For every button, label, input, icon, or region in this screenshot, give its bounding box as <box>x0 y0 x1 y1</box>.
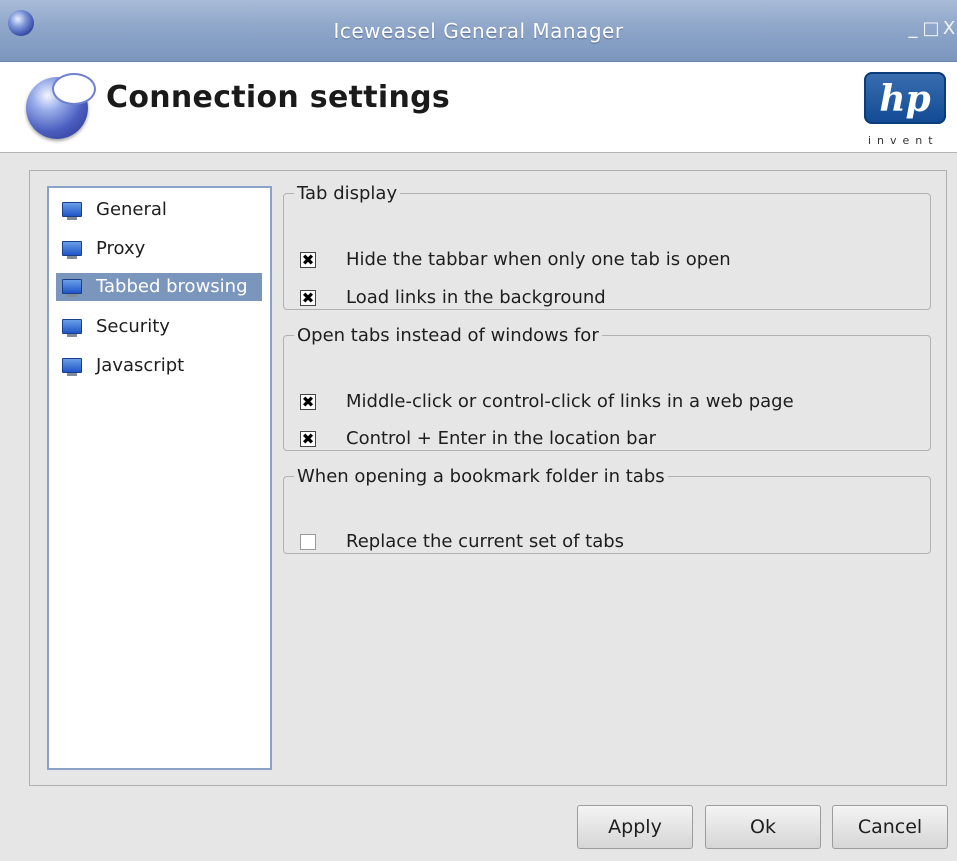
monitor-icon <box>62 202 82 220</box>
option-label: Middle-click or control-click of links i… <box>346 391 794 412</box>
monitor-icon <box>62 358 82 376</box>
hp-logo-mark: hp <box>879 78 931 120</box>
monitor-icon <box>62 279 82 297</box>
title-bar[interactable]: Iceweasel General Manager _ □ X <box>0 0 957 62</box>
window-title: Iceweasel General Manager <box>333 19 624 43</box>
ok-button[interactable]: Ok <box>705 805 821 849</box>
iceweasel-logo-icon <box>26 73 96 139</box>
sidebar-item-general[interactable]: General <box>56 196 262 224</box>
tab-display-group: Tab display ✖ Hide the tabbar when only … <box>283 183 931 310</box>
checkbox[interactable] <box>300 534 316 550</box>
header: Connection settings hp invent <box>0 62 957 153</box>
checkbox[interactable]: ✖ <box>300 252 316 268</box>
hp-logo: hp invent <box>858 70 957 148</box>
sidebar-item-tabbed-browsing[interactable]: Tabbed browsing <box>56 273 262 301</box>
monitor-icon <box>62 241 82 259</box>
monitor-icon <box>62 319 82 337</box>
checkbox[interactable]: ✖ <box>300 394 316 410</box>
cancel-button[interactable]: Cancel <box>832 805 948 849</box>
sidebar-item-proxy[interactable]: Proxy <box>56 235 262 263</box>
sidebar-item-label: Proxy <box>96 238 146 259</box>
option-label: Replace the current set of tabs <box>346 531 625 552</box>
bookmark-folder-group: When opening a bookmark folder in tabs R… <box>283 466 931 554</box>
hp-tagline: invent <box>868 134 939 147</box>
sidebar-item-javascript[interactable]: Javascript <box>56 352 262 380</box>
option-label: Control + Enter in the location bar <box>346 428 657 449</box>
category-list[interactable]: General Proxy Tabbed browsing Security J… <box>47 186 272 770</box>
sidebar-item-label: Tabbed browsing <box>96 276 248 297</box>
option-label: Load links in the background <box>346 287 606 308</box>
sidebar-item-security[interactable]: Security <box>56 313 262 341</box>
sidebar-item-label: General <box>96 199 167 220</box>
group-legend: When opening a bookmark folder in tabs <box>297 466 665 487</box>
close-button[interactable]: X <box>938 18 957 40</box>
sidebar-item-label: Javascript <box>96 355 185 376</box>
option-label: Hide the tabbar when only one tab is ope… <box>346 249 731 270</box>
open-tabs-group: Open tabs instead of windows for ✖ Middl… <box>283 325 931 451</box>
page-title: Connection settings <box>106 80 451 115</box>
sidebar-item-label: Security <box>96 316 170 337</box>
apply-button[interactable]: Apply <box>577 805 693 849</box>
group-legend: Tab display <box>297 183 398 204</box>
checkbox[interactable]: ✖ <box>300 290 316 306</box>
group-legend: Open tabs instead of windows for <box>297 325 599 346</box>
checkbox[interactable]: ✖ <box>300 431 316 447</box>
